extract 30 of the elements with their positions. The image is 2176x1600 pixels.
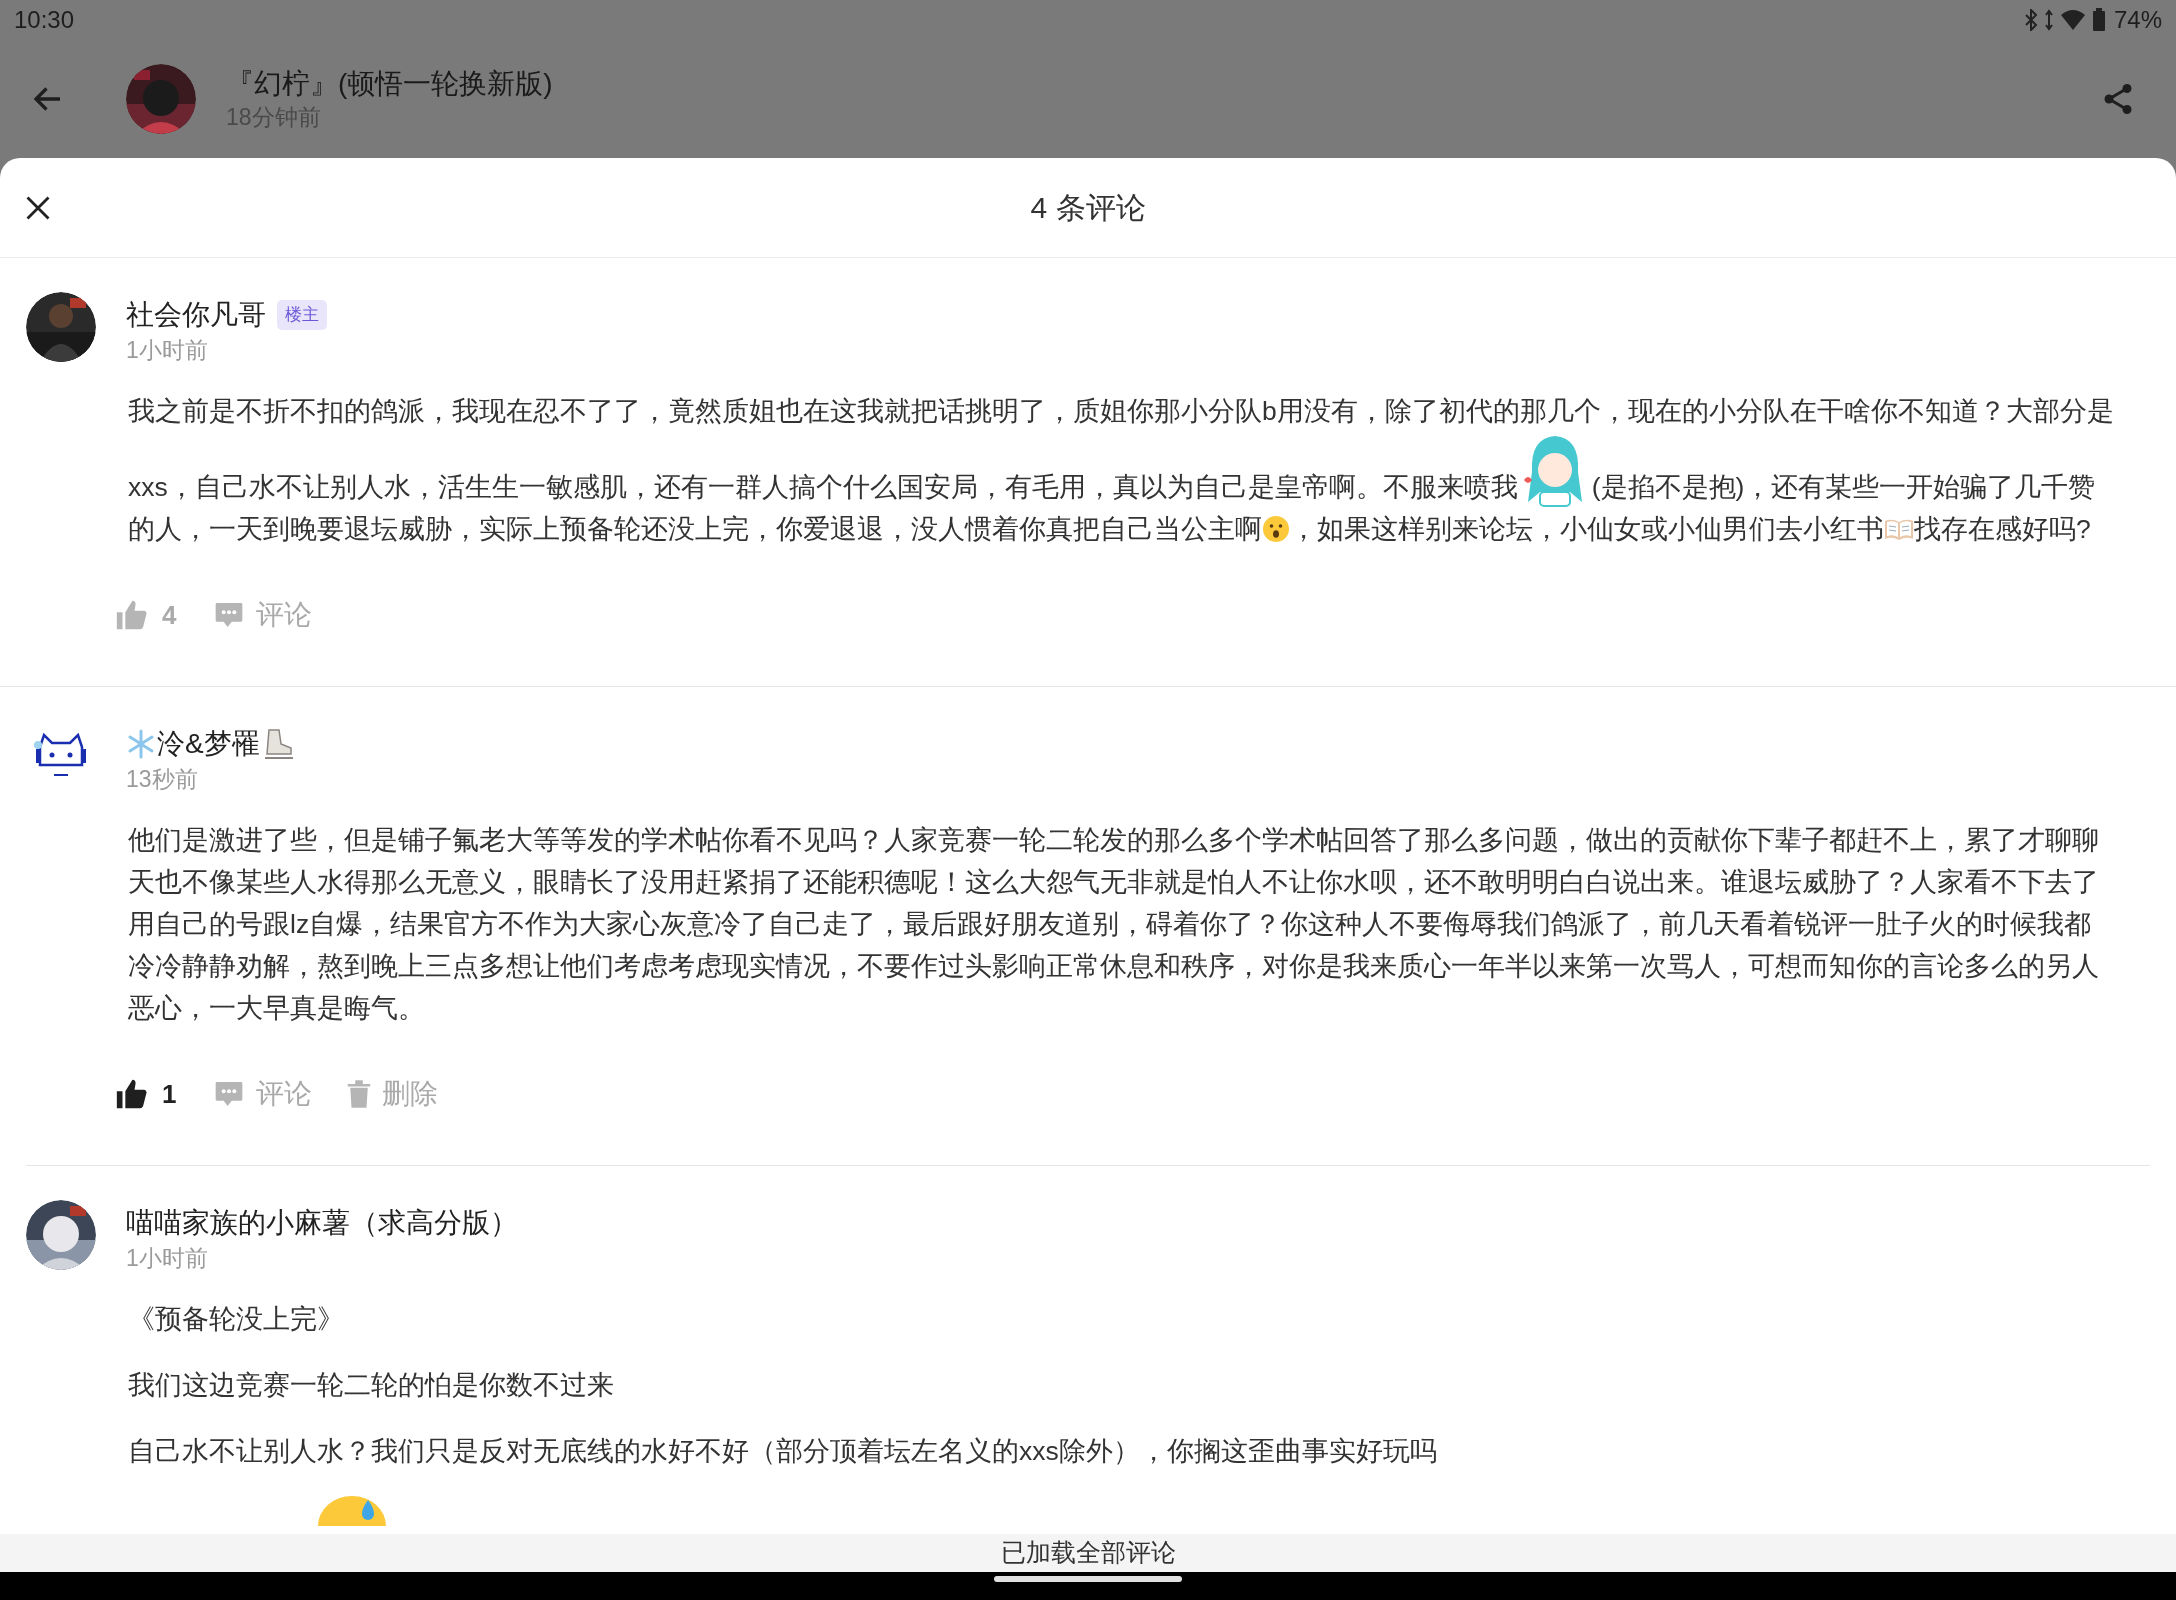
- comment-time: 1小时前: [126, 1244, 209, 1273]
- comment-text: 他们是激进了些，但是铺子氟老大等等发的学术帖你看不见吗？人家竞赛一轮二轮发的那么多个学术帖回答了那么多问题，做出的贡献你下辈子都赶不上，累了才聊聊天也不像某些人水得那么无意义，眼睛长了没用赶紧捐了还能积德呢！这么大怨气无非就是怕人不让你水呗，还不敢明明白白说出来。谁退坛威胁了？人家看不下去了用自己的号跟lz自爆，结果官方不作为大家心灰意冷了自己走了，最后跟好朋友道别，碍着你了？你这种人不要侮辱我们鸽派了，前几天看着锐评一肚子火的时候我都冷冷静静劝解，熬到晚上三点多想让他们考虑考虑现实情况，不要作过头影响正常休息和秩序，对你是我来质心一年半以来第一次骂人，可想而知你的言论多么的另人恶心，一大早真是晦气。: [128, 824, 2100, 1025]
- username[interactable]: 喵喵家族的小麻薯（求高分版）: [126, 1202, 518, 1244]
- wifi-icon: [2059, 9, 2086, 31]
- thumbs-up-icon[interactable]: [114, 598, 148, 632]
- battery-level: 74%: [2113, 5, 2162, 35]
- comment-text: 我之前是不折不扣的鸽派，我现在忍不了了，竟然质姐也在这我就把话挑明了，质姐你那小分队b用没有，除了初代的那几个，现在的小分队在干啥你不知道？大部分是xxs，自己水不让别人水，活生生一敏感肌，还有一群人搞个什么国安局，有毛用，真以为自己是皇帝啊。不服来喷我 (是掐不是抱)，还有某些一开始骗了几千赞的人，一天到晚要退坛威胁，实际上预备轮还没上完，你爱退退，没人惯着你真把自己当公主啊 ，如果这样别来论坛，小仙女或小仙男们去小红书 找存在感好吗?: [128, 395, 2115, 546]
- author-badge: 楼主: [277, 300, 327, 330]
- username[interactable]: 社会你凡哥: [126, 294, 266, 336]
- bluetooth-icon: [2023, 9, 2038, 31]
- like-count: 4: [162, 598, 177, 632]
- open-book-icon: [1884, 517, 1914, 541]
- comment-text: 自己水不让别人水？我们只是反对无底线的水好不好（部分顶着坛左名义的xxs除外），你搁这歪曲事实好玩吗: [128, 1435, 1438, 1468]
- status-time: 10:30: [14, 5, 75, 35]
- trash-icon: [346, 1079, 373, 1109]
- sheet-title: 4 条评论: [1030, 190, 1146, 226]
- like-count: 1: [162, 1077, 177, 1111]
- surprised-face-icon: [1262, 515, 1290, 543]
- comment-time: 13秒前: [126, 765, 199, 794]
- comment-time: 1小时前: [126, 336, 209, 365]
- thumbs-up-icon[interactable]: [114, 1077, 148, 1111]
- vibrate-icon: [2043, 9, 2054, 31]
- snowflake-icon: [126, 729, 156, 759]
- comment-text: 我们这边竞赛一轮二轮的怕是你数不过来: [128, 1369, 615, 1402]
- post-title: 『幻柠』(顿悟一轮换新版): [226, 67, 554, 101]
- comment-text: 《预备轮没上完》: [128, 1303, 345, 1336]
- username[interactable]: 泠&梦罹: [157, 723, 260, 765]
- all-loaded-label: 已加载全部评论: [1000, 1537, 1176, 1569]
- sweat-face-icon: [316, 1496, 388, 1526]
- battery-icon: [2091, 8, 2106, 32]
